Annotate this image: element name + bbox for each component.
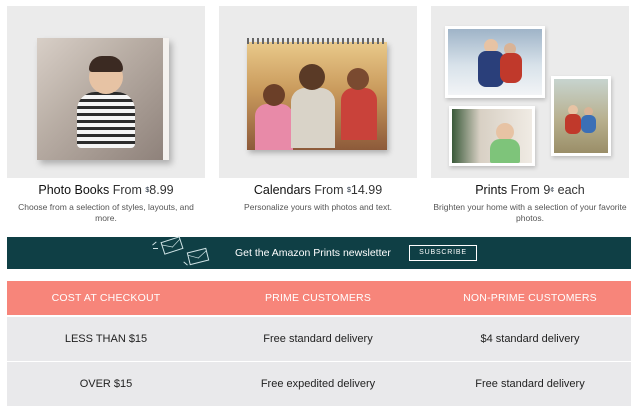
product-title[interactable]: Calendars From $14.99 [219, 182, 417, 198]
price-suffix: each [557, 183, 585, 197]
cost-cell: LESS THAN $15 [64, 333, 148, 345]
photo-book-image[interactable] [7, 6, 205, 178]
table-row: LESS THAN $15 Free standard delivery $4 … [7, 317, 631, 361]
product-name[interactable]: Prints [475, 183, 507, 197]
header-cost-at-checkout: COST AT CHECKOUT [51, 292, 161, 304]
non-prime-cell: Free standard delivery [475, 378, 585, 390]
non-prime-cell: $4 standard delivery [480, 333, 580, 345]
prints-image[interactable] [431, 6, 629, 178]
envelope-icon [186, 247, 210, 266]
prime-cell: Free standard delivery [263, 333, 373, 345]
product-title[interactable]: Photo Books From $8.99 [7, 182, 205, 198]
product-description: Choose from a selection of styles, layou… [18, 202, 194, 223]
product-from-label: From [314, 183, 344, 197]
product-cards: Photo Books From $8.99 Choose from a sel… [0, 0, 636, 230]
newsletter-banner: Get the Amazon Prints newsletter SUBSCRI… [7, 236, 631, 269]
product-name[interactable]: Calendars [254, 183, 311, 197]
product-from-label: From [510, 183, 540, 197]
product-name[interactable]: Photo Books [38, 183, 109, 197]
product-from-label: From [112, 183, 142, 197]
cost-cell: OVER $15 [79, 378, 133, 390]
price-unit: ¢ [550, 187, 555, 194]
price-currency: $ [346, 187, 351, 194]
product-description: Brighten your home with a selection of y… [433, 202, 627, 223]
product-title[interactable]: Prints From 9¢ each [431, 182, 629, 198]
calendar-image[interactable] [219, 6, 417, 178]
header-non-prime-customers: NON-PRIME CUSTOMERS [463, 292, 597, 304]
prime-cell: Free expedited delivery [260, 378, 376, 390]
product-price: 14.99 [350, 183, 383, 197]
subscribe-button[interactable]: SUBSCRIBE [409, 245, 477, 261]
product-price: 8.99 [149, 183, 174, 197]
newsletter-text: Get the Amazon Prints newsletter [235, 247, 391, 259]
table-row: OVER $15 Free expedited delivery Free st… [7, 362, 631, 406]
envelope-icon [160, 236, 184, 255]
header-prime-customers: PRIME CUSTOMERS [264, 292, 372, 304]
product-description: Personalize yours with photos and text. [244, 202, 392, 212]
table-header: COST AT CHECKOUT PRIME CUSTOMERS NON-PRI… [7, 281, 631, 315]
price-currency: $ [145, 187, 150, 194]
